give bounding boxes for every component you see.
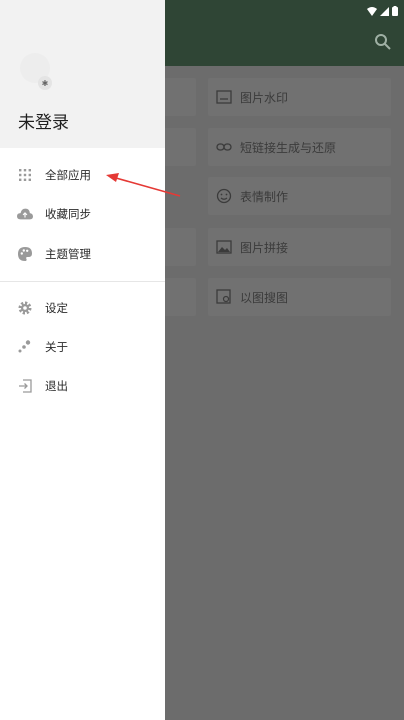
tile-label: 表情制作 (240, 189, 289, 204)
avatar-badge-icon: ✱ (38, 76, 52, 90)
menu-label: 主题管理 (45, 247, 91, 261)
tile-emoji-maker[interactable]: 表情制作 (208, 177, 391, 215)
battery-icon (392, 1, 398, 20)
search-icon[interactable] (374, 33, 392, 51)
exit-icon (17, 378, 33, 394)
grid-icon (17, 167, 33, 183)
link-icon (216, 139, 232, 155)
image-icon (216, 239, 232, 255)
gear-icon (17, 300, 33, 316)
navigation-drawer: ✱ 未登录 全部应用 收藏同步 主题管理 设定 关于 退出 (0, 0, 165, 720)
cloud-upload-icon (17, 206, 33, 222)
dots-icon (17, 339, 33, 355)
tile-label: 以图搜图 (240, 290, 289, 305)
login-status[interactable]: 未登录 (18, 108, 69, 133)
menu-item-all-apps[interactable]: 全部应用 (0, 157, 165, 193)
menu-label: 收藏同步 (45, 207, 91, 221)
tile-short-link[interactable]: 短链接生成与还原 (208, 128, 391, 166)
menu-label: 全部应用 (45, 168, 91, 182)
tile-label: 图片拼接 (240, 240, 289, 255)
tile-image-search[interactable]: 以图搜图 (208, 278, 391, 316)
menu-item-logout[interactable]: 退出 (0, 368, 165, 404)
image-search-icon (216, 289, 232, 305)
tile-image-stitch[interactable]: 图片拼接 (208, 228, 391, 266)
smiley-icon (216, 188, 232, 204)
drawer-header: ✱ 未登录 (0, 0, 165, 148)
menu-label: 设定 (45, 301, 68, 315)
tile-image-watermark[interactable]: 图片水印 (208, 78, 391, 116)
menu-item-about[interactable]: 关于 (0, 329, 165, 365)
menu-label: 关于 (45, 340, 68, 354)
menu-item-favorites-sync[interactable]: 收藏同步 (0, 196, 165, 232)
image-frame-icon (216, 89, 232, 105)
signal-icon (380, 1, 389, 20)
menu-item-settings[interactable]: 设定 (0, 290, 165, 326)
menu-label: 退出 (45, 379, 68, 393)
menu-divider (0, 281, 165, 282)
wifi-icon (367, 1, 377, 20)
palette-icon (17, 246, 33, 262)
status-bar (367, 3, 398, 17)
menu-item-theme-manager[interactable]: 主题管理 (0, 236, 165, 272)
tile-label: 图片水印 (240, 90, 289, 105)
tile-label: 短链接生成与还原 (240, 140, 337, 155)
